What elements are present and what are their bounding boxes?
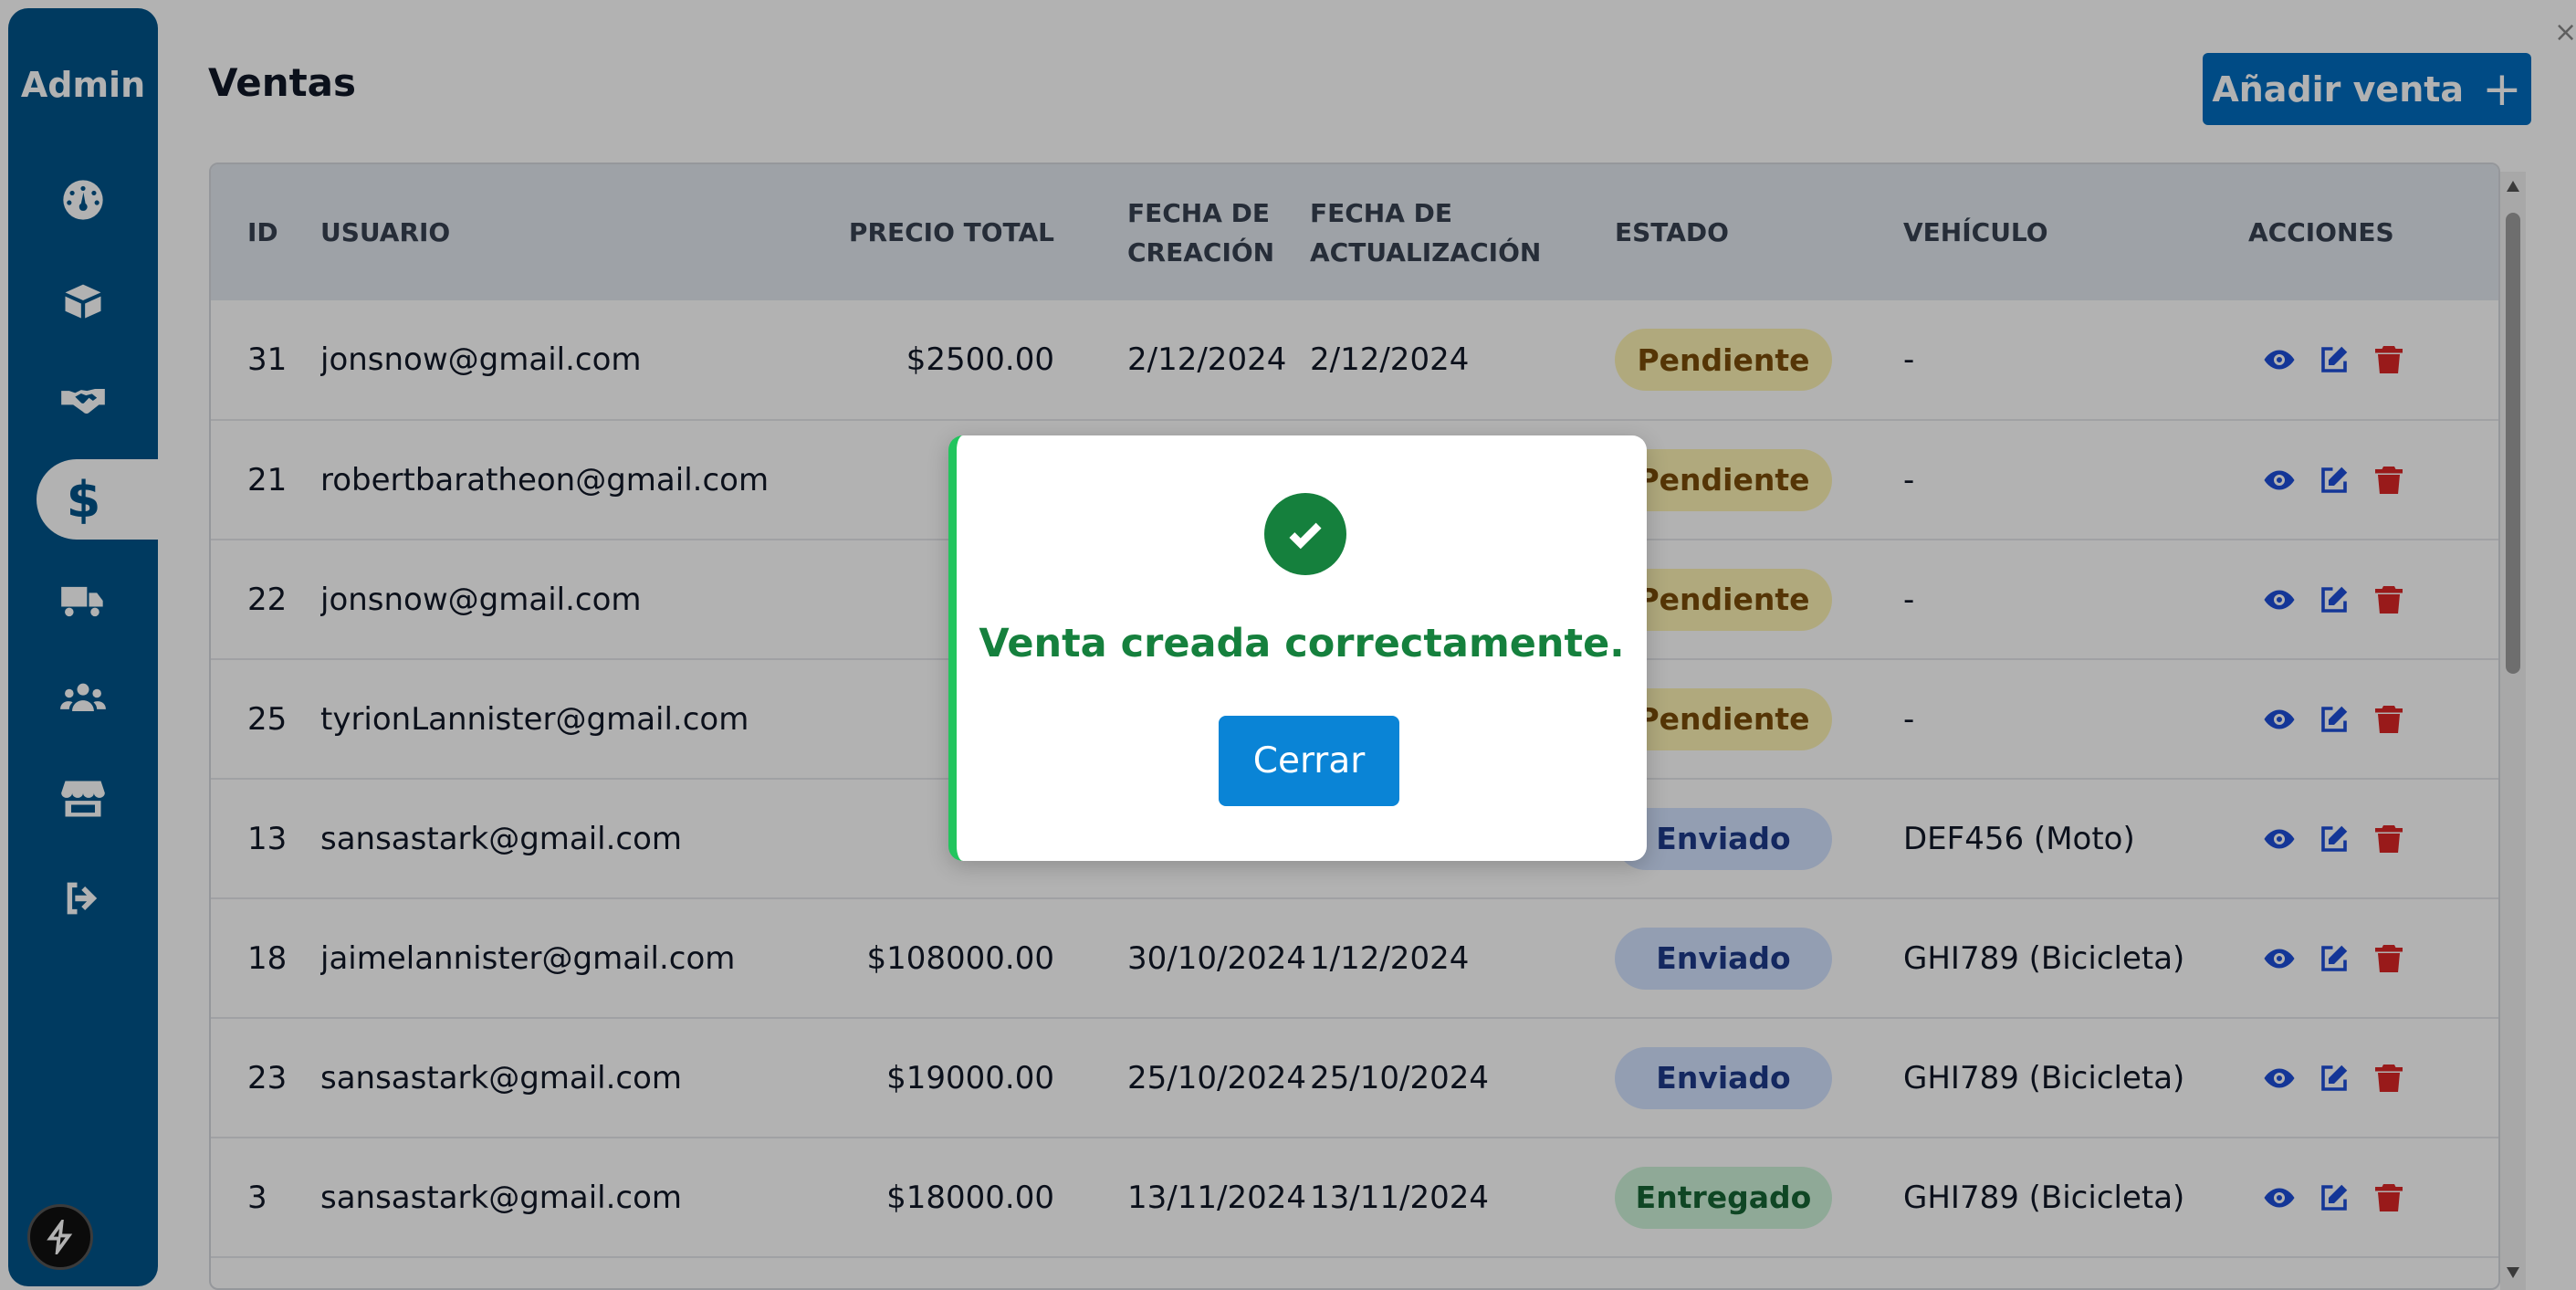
- success-message: Venta creada correctamente.: [979, 621, 1625, 666]
- success-dialog: Venta creada correctamente. Cerrar: [948, 435, 1647, 861]
- close-dialog-button[interactable]: Cerrar: [1219, 716, 1399, 806]
- success-check-icon: [1264, 493, 1346, 575]
